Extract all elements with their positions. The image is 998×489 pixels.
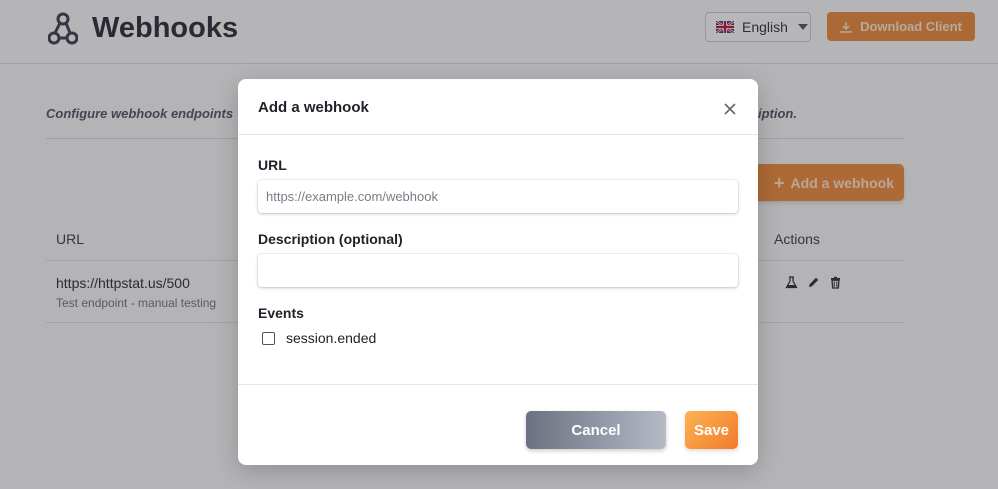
event-option[interactable]: session.ended (262, 330, 376, 346)
description-input[interactable] (258, 254, 738, 287)
close-button[interactable] (720, 99, 740, 119)
description-label: Description (optional) (258, 231, 403, 247)
url-label: URL (258, 157, 287, 173)
save-button[interactable]: Save (685, 411, 738, 449)
dialog-footer-divider (238, 384, 758, 385)
dialog-header-divider (238, 134, 758, 135)
event-label: session.ended (286, 330, 377, 346)
add-webhook-dialog: Add a webhook URL Description (optional)… (238, 79, 758, 465)
event-checkbox[interactable] (262, 331, 275, 345)
cancel-button[interactable]: Cancel (526, 411, 666, 449)
close-icon (724, 103, 736, 115)
dialog-title: Add a webhook (258, 99, 369, 116)
url-input[interactable] (258, 180, 738, 213)
events-label: Events (258, 305, 304, 321)
